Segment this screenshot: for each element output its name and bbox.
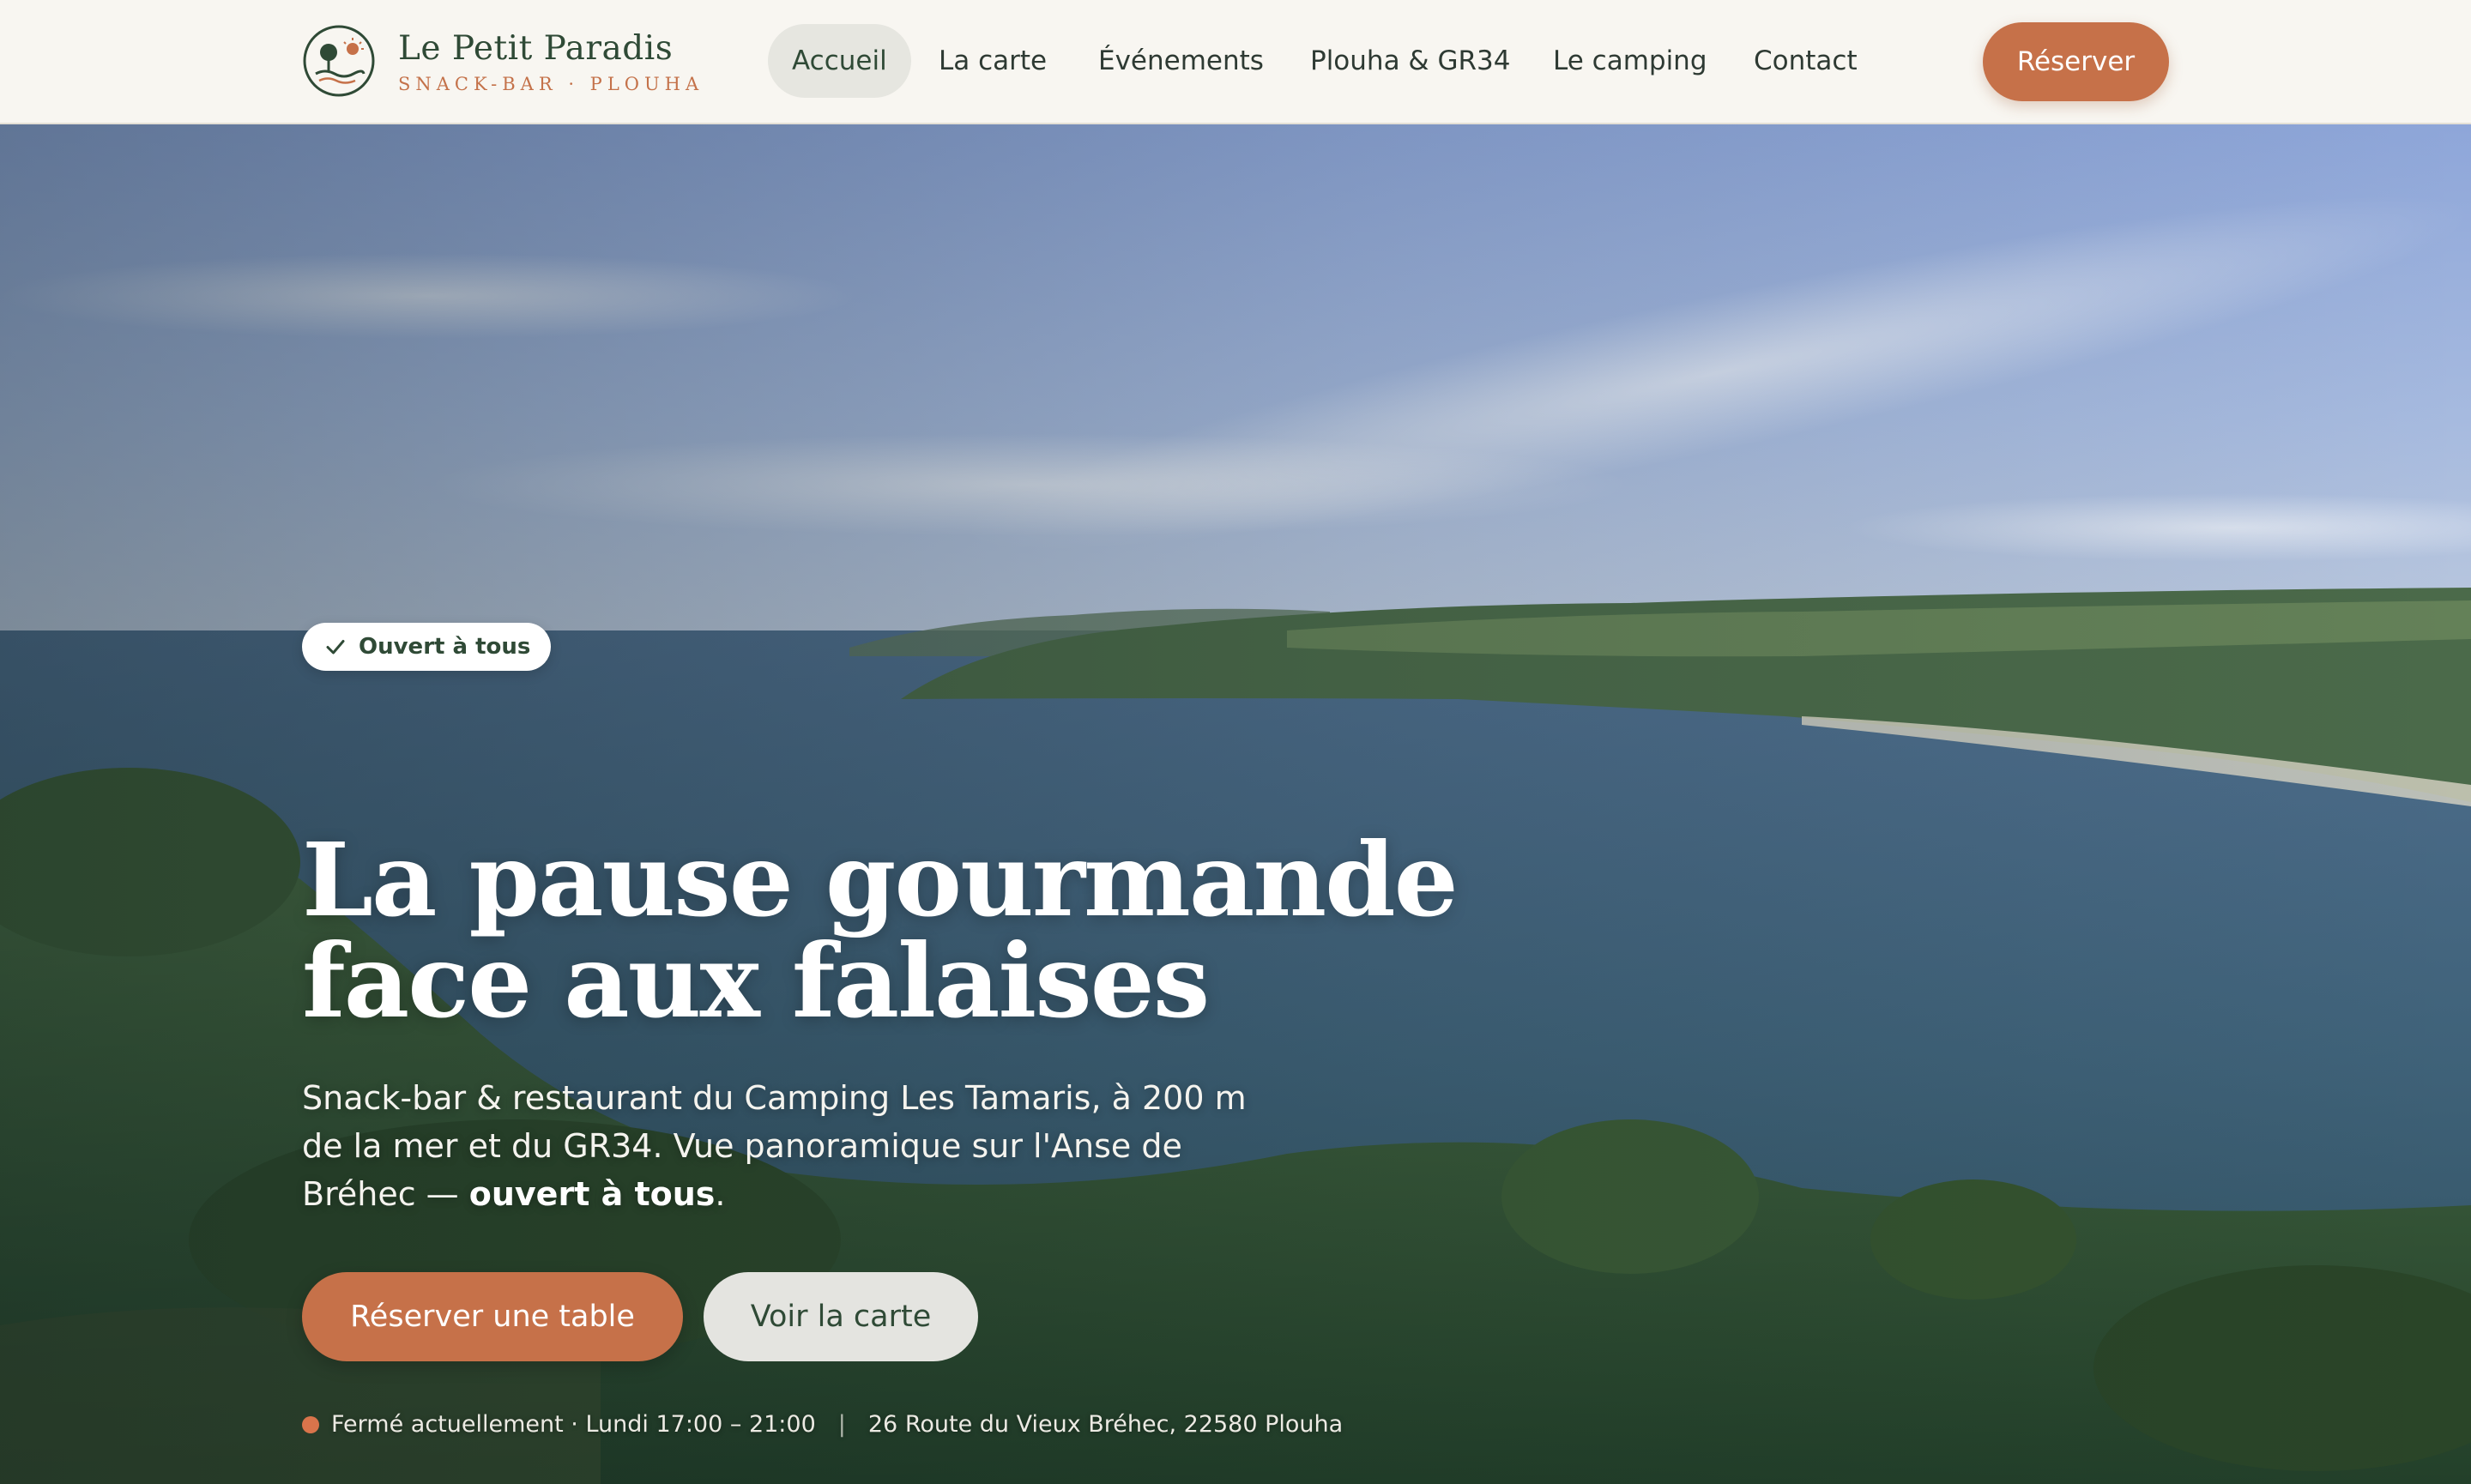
reserve-button[interactable]: Réserver xyxy=(1983,22,2169,101)
view-menu-button[interactable]: Voir la carte xyxy=(704,1272,978,1361)
hero-description: Snack-bar & restaurant du Camping Les Ta… xyxy=(302,1074,1297,1218)
brand-tagline: SNACK-BAR · PLOUHA xyxy=(398,74,704,94)
hero-description-text: Snack-bar & restaurant du Camping Les Ta… xyxy=(302,1079,1247,1213)
status-text: Fermé actuellement · Lundi 17:00 – 21:00 xyxy=(331,1411,816,1438)
hero-title: La pause gourmande face aux falaises xyxy=(302,829,1503,1032)
nav-item-plouha-gr34[interactable]: Plouha & GR34 xyxy=(1286,24,1534,98)
status-indicator-icon xyxy=(302,1415,319,1433)
status-separator: | xyxy=(837,1411,846,1438)
tree-sun-logo-icon[interactable] xyxy=(302,24,376,98)
open-to-all-badge: Ouvert à tous xyxy=(302,623,552,671)
nav-item-la-carte[interactable]: La carte xyxy=(915,24,1071,98)
brand-name[interactable]: Le Petit Paradis xyxy=(398,29,673,68)
book-table-button[interactable]: Réserver une table xyxy=(302,1272,683,1361)
hero-description-end: . xyxy=(715,1175,726,1213)
nav-item-le-camping[interactable]: Le camping xyxy=(1529,24,1731,98)
hero-section: Ouvert à tous La pause gourmande face au… xyxy=(0,124,2471,1484)
nav-item-contact[interactable]: Contact xyxy=(1730,24,1882,98)
site-header: Le Petit Paradis SNACK-BAR · PLOUHA Accu… xyxy=(0,0,2471,124)
badge-label: Ouvert à tous xyxy=(359,634,531,660)
opening-status: Fermé actuellement · Lundi 17:00 – 21:00… xyxy=(302,1411,1343,1438)
nav-item-accueil[interactable]: Accueil xyxy=(768,24,911,98)
hero-title-line-2: face aux falaises xyxy=(302,921,1210,1041)
address-text: 26 Route du Vieux Bréhec, 22580 Plouha xyxy=(867,1411,1344,1438)
hero-description-highlight: ouvert à tous xyxy=(468,1175,716,1213)
hero-title-line-1: La pause gourmande xyxy=(302,820,1459,939)
check-icon xyxy=(326,640,345,655)
nav-item-evenements[interactable]: Événements xyxy=(1074,24,1288,98)
